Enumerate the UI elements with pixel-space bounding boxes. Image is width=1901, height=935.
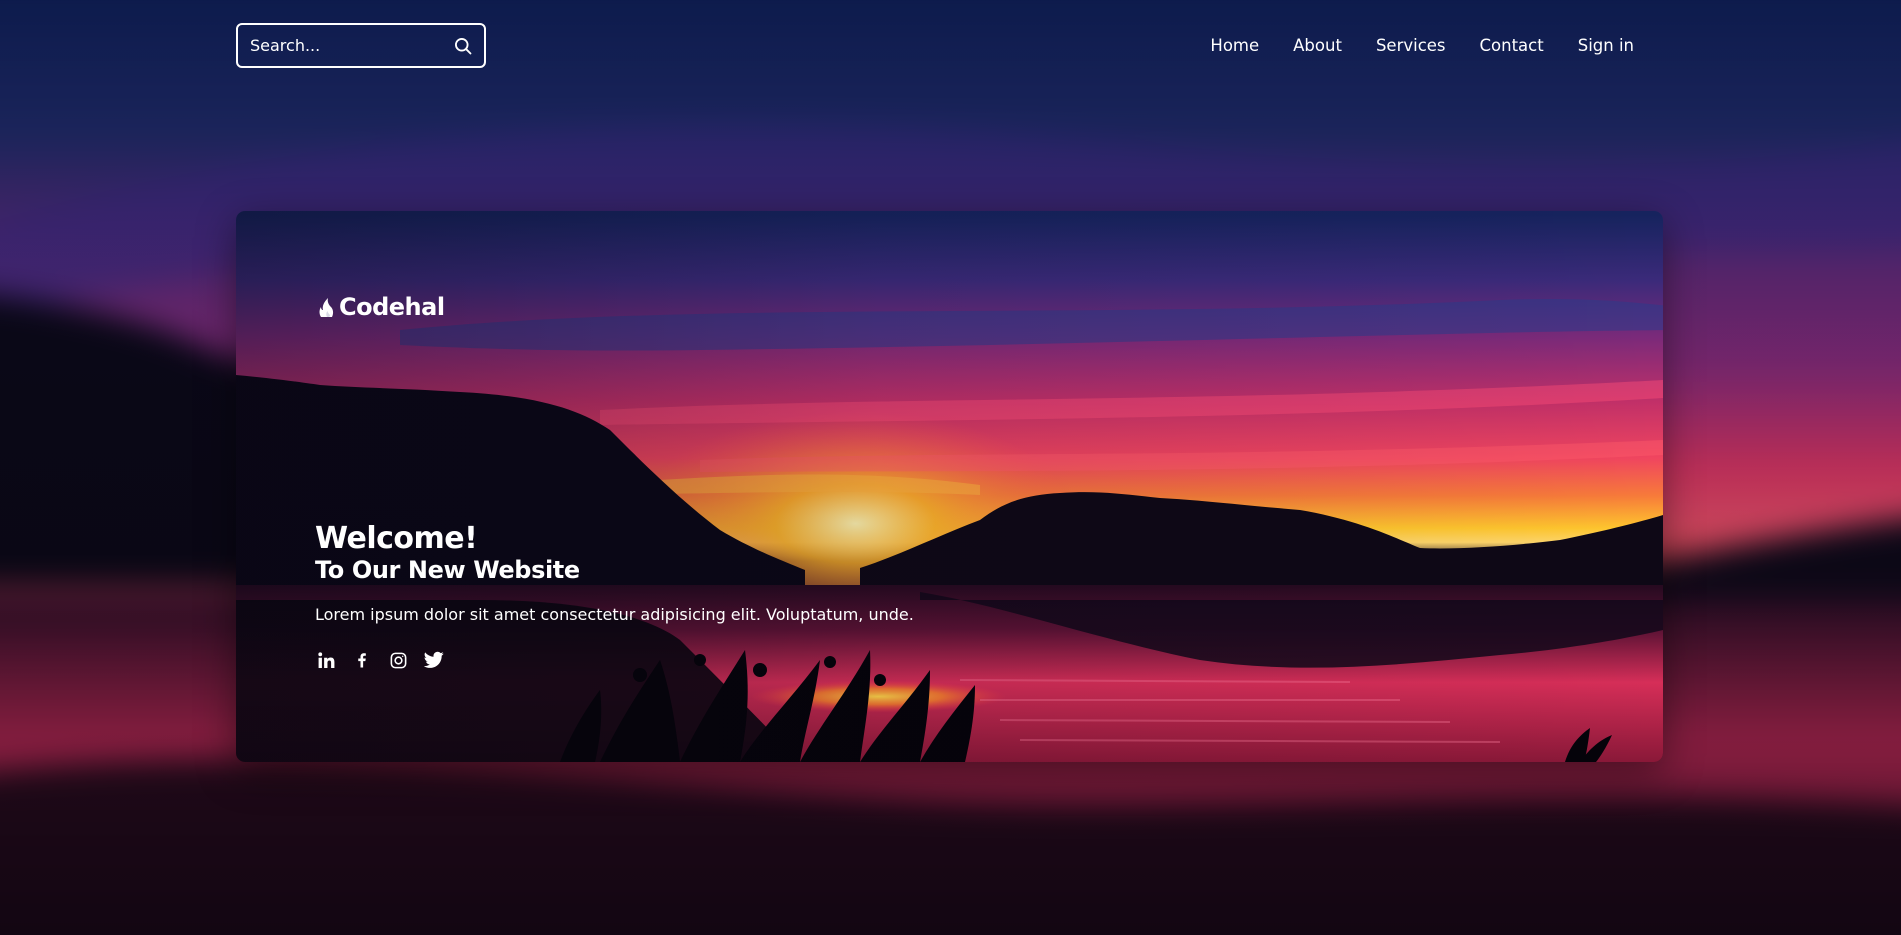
search-input[interactable] (248, 35, 452, 56)
main-nav: Home About Services Contact Sign in (1210, 22, 1636, 68)
hero-title: Welcome! (315, 521, 478, 556)
search-box[interactable] (236, 23, 486, 68)
hero-content: Welcome! To Our New Website Lorem ipsum … (315, 523, 914, 671)
hero-subtitle: To Our New Website (315, 556, 580, 584)
site-header: Home About Services Contact Sign in (236, 22, 1636, 68)
nav-link-contact[interactable]: Contact (1480, 36, 1544, 55)
nav-link-home[interactable]: Home (1210, 36, 1259, 55)
flame-logo-icon (318, 296, 335, 318)
brand-name: Codehal (339, 293, 445, 321)
facebook-icon[interactable] (351, 649, 373, 671)
social-links (315, 649, 914, 671)
nav-link-sign-in[interactable]: Sign in (1578, 36, 1634, 55)
linkedin-icon[interactable] (315, 649, 337, 671)
brand-logo[interactable]: Codehal (318, 293, 445, 321)
nav-link-about[interactable]: About (1293, 36, 1342, 55)
nav-link-services[interactable]: Services (1376, 36, 1446, 55)
search-icon[interactable] (452, 35, 474, 57)
instagram-icon[interactable] (387, 649, 409, 671)
hero-card-overlay (236, 211, 1663, 762)
twitter-icon[interactable] (423, 649, 445, 671)
hero-description: Lorem ipsum dolor sit amet consectetur a… (315, 605, 914, 624)
hero-card: Codehal Welcome! To Our New Website Lore… (236, 211, 1663, 762)
